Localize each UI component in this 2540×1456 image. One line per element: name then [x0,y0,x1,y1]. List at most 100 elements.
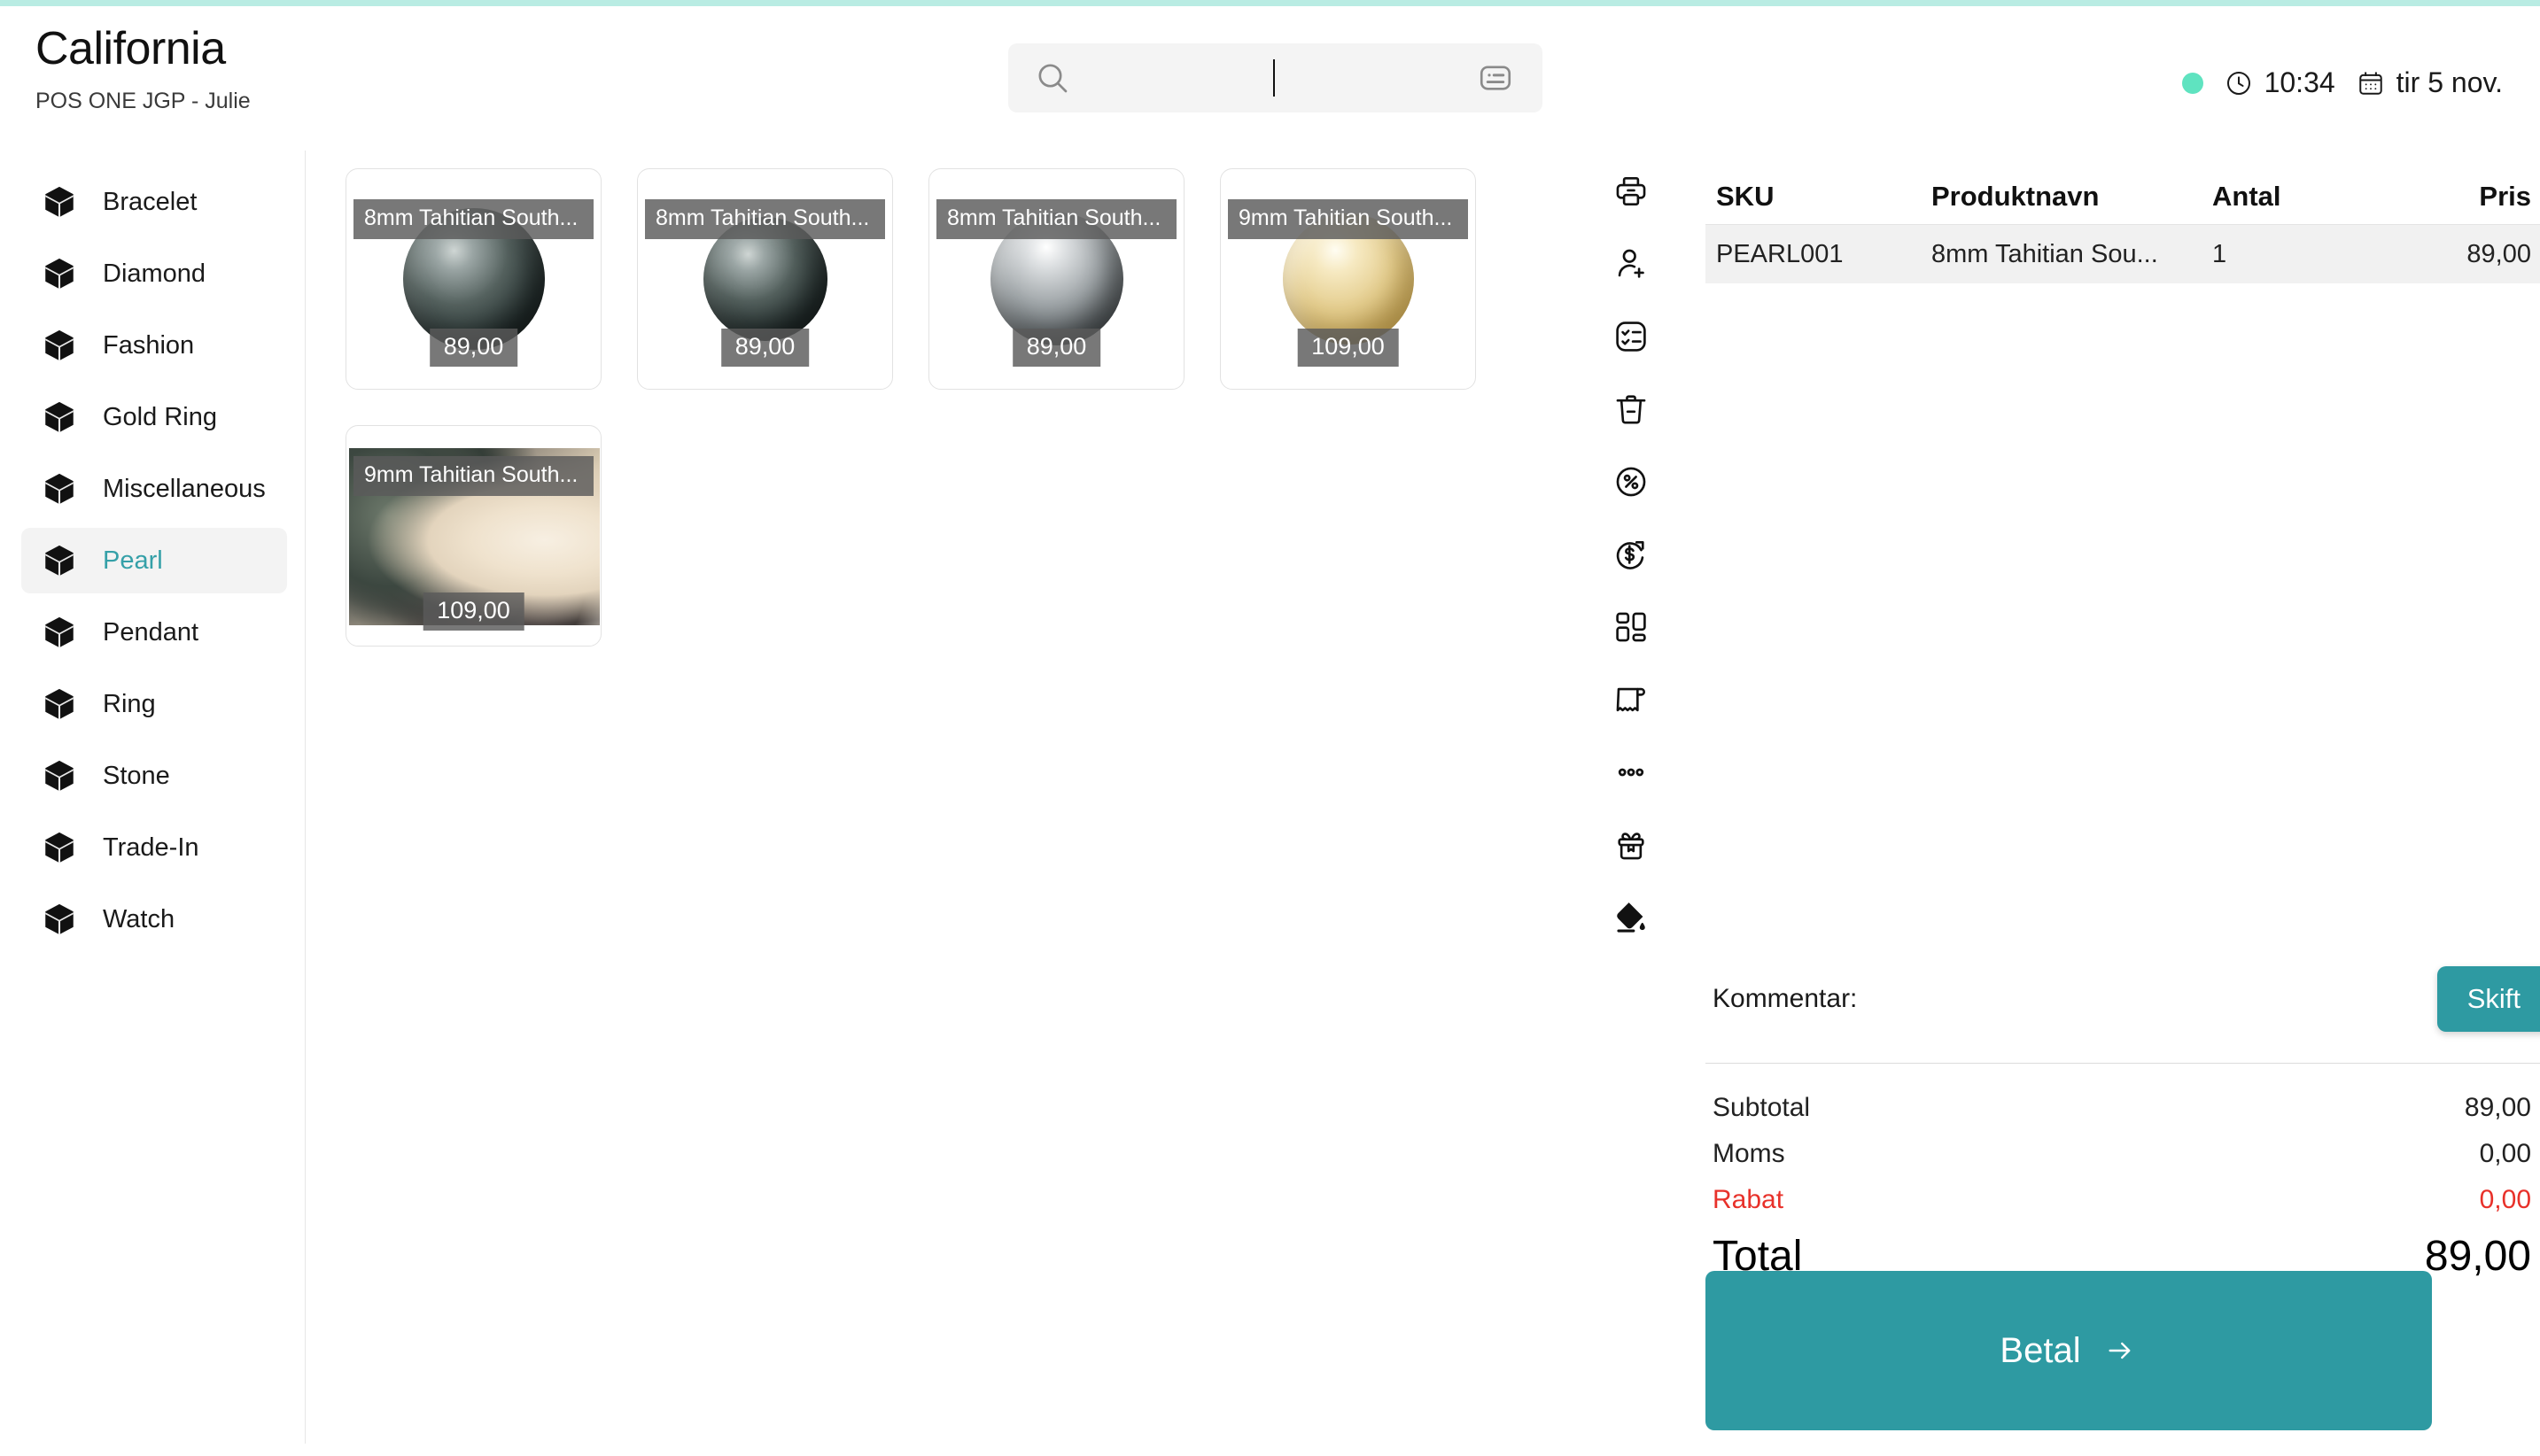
product-grid: 8mm Tahitian South... 89,00 8mm Tahitian S… [346,168,1568,647]
cube-icon [45,258,74,290]
sidebar-item-trade-in[interactable]: Trade-In [21,815,287,880]
cube-icon [45,473,74,505]
printer-icon[interactable] [1608,168,1654,214]
more-options-icon[interactable] [1608,749,1654,795]
total-value: 89,00 [2464,1093,2531,1122]
cube-icon [45,401,74,433]
sidebar-item-label: Trade-In [103,833,199,862]
sidebar-item-pearl[interactable]: Pearl [21,528,287,593]
totals-lines: Subtotal 89,00 Moms 0,00 Rabat 0,00 [1705,1085,2540,1223]
cart-panel: SKU Produktnavn Antal Pris PEARL001 8mm T… [1705,168,2540,1430]
product-card[interactable]: 8mm Tahitian South... 89,00 [637,168,893,390]
sidebar-item-label: Pendant [103,617,199,647]
product-price: 109,00 [423,592,524,631]
action-toolbar [1608,168,1654,941]
date-display: tir 5 nov. [2357,66,2503,99]
clock-display: 10:34 [2225,66,2335,99]
sidebar-item-gold-ring[interactable]: Gold Ring [21,384,287,450]
column-header-qty: Antal [2212,180,2281,212]
product-name: 8mm Tahitian South... [353,199,594,239]
sidebar-item-label: Pearl [103,546,163,575]
product-price: 89,00 [429,329,518,367]
cube-icon [45,545,74,577]
cube-icon [45,688,74,720]
brand-block: California POS ONE JGP - Julie [35,23,251,114]
product-price: 89,00 [720,329,810,367]
product-card[interactable]: 9mm Tahitian South... 109,00 [346,425,602,647]
pos-app: California POS ONE JGP - Julie 10:34 tir… [0,0,2540,1456]
product-card[interactable]: 8mm Tahitian South... 89,00 [928,168,1185,390]
add-customer-icon[interactable] [1608,241,1654,287]
clock-icon [2226,71,2250,95]
sidebar-item-label: Diamond [103,259,206,288]
arrow-right-icon [2102,1336,2138,1366]
sidebar-item-fashion[interactable]: Fashion [21,313,287,378]
cell-name: 8mm Tahitian Sou... [1931,239,2158,268]
sidebar-item-label: Stone [103,761,170,790]
total-value: 0,00 [2479,1139,2531,1168]
sidebar-item-label: Miscellaneous [103,474,266,503]
product-price: 109,00 [1297,329,1399,367]
top-accent-strip [0,0,2540,6]
cube-icon [45,760,74,792]
cart-table-header: SKU Produktnavn Antal Pris [1705,168,2540,225]
product-name: 8mm Tahitian South... [936,199,1177,239]
checklist-icon[interactable] [1608,314,1654,360]
total-line-subtotal: Subtotal 89,00 [1705,1085,2540,1131]
total-label: Rabat [1713,1185,1784,1214]
sidebar-item-miscellaneous[interactable]: Miscellaneous [21,456,287,522]
cube-icon [45,616,74,648]
sidebar-item-ring[interactable]: Ring [21,671,287,737]
connection-status-dot [2181,72,2203,94]
trash-icon[interactable] [1608,386,1654,432]
sidebar-item-diamond[interactable]: Diamond [21,241,287,306]
cube-icon [45,903,74,935]
cube-icon [45,186,74,218]
product-card[interactable]: 8mm Tahitian South... 89,00 [346,168,602,390]
sidebar-item-stone[interactable]: Stone [21,743,287,809]
total-label: Moms [1713,1139,1785,1168]
comment-row: Kommentar: Skift [1705,956,2540,1042]
search-bar[interactable] [1008,43,1542,112]
current-time: 10:34 [2264,66,2335,98]
scan-card-icon[interactable] [1475,58,1516,98]
gift-icon[interactable] [1608,822,1654,868]
sidebar-item-watch[interactable]: Watch [21,887,287,952]
cart-rows-container: PEARL001 8mm Tahitian Sou... 1 89,00 [1705,225,2540,283]
pay-button-label: Betal [2000,1330,2081,1370]
column-header-name: Produktnavn [1931,180,2100,212]
refund-dollar-icon[interactable] [1608,531,1654,577]
status-area: 10:34 tir 5 nov. [2181,66,2503,99]
calendar-icon [2358,71,2382,95]
table-row[interactable]: PEARL001 8mm Tahitian Sou... 1 89,00 [1705,225,2540,283]
cell-price: 89,00 [2466,239,2531,268]
cell-qty: 1 [2212,239,2227,268]
total-label: Subtotal [1713,1093,1811,1122]
discount-percent-icon[interactable] [1608,459,1654,505]
column-header-sku: SKU [1716,180,1775,212]
total-line-rabat: Rabat 0,00 [1705,1177,2540,1223]
sidebar-item-label: Ring [103,689,156,718]
product-price: 89,00 [1012,329,1101,367]
search-input[interactable] [1072,43,1475,112]
app-header: California POS ONE JGP - Julie 10:34 tir… [0,6,2540,143]
sidebar-item-label: Fashion [103,330,195,360]
product-card[interactable]: 9mm Tahitian South... 109,00 [1220,168,1476,390]
totals-section: Subtotal 89,00 Moms 0,00 Rabat 0,00 Total 89,… [1705,1063,2540,1289]
comment-label: Kommentar: [1713,984,1858,1013]
cell-sku: PEARL001 [1716,239,1844,268]
sidebar-item-bracelet[interactable]: Bracelet [21,169,287,235]
cube-icon [45,329,74,361]
text-caret [1272,59,1275,97]
receipt-icon[interactable] [1608,677,1654,723]
sidebar-item-pendant[interactable]: Pendant [21,600,287,665]
terminal-user-label: POS ONE JGP - Julie [35,89,251,114]
dashboard-grid-icon[interactable] [1608,604,1654,650]
cart-table: SKU Produktnavn Antal Pris PEARL001 8mm T… [1705,168,2540,283]
sidebar-item-label: Gold Ring [103,402,217,431]
cube-icon [45,832,74,864]
pay-button[interactable]: Betal [1705,1271,2432,1430]
change-button[interactable]: Skift [2436,966,2540,1032]
paint-bucket-icon[interactable] [1608,895,1654,941]
category-sidebar: Bracelet Diamond Fashion Gold Ring Miscellan… [0,151,306,1444]
